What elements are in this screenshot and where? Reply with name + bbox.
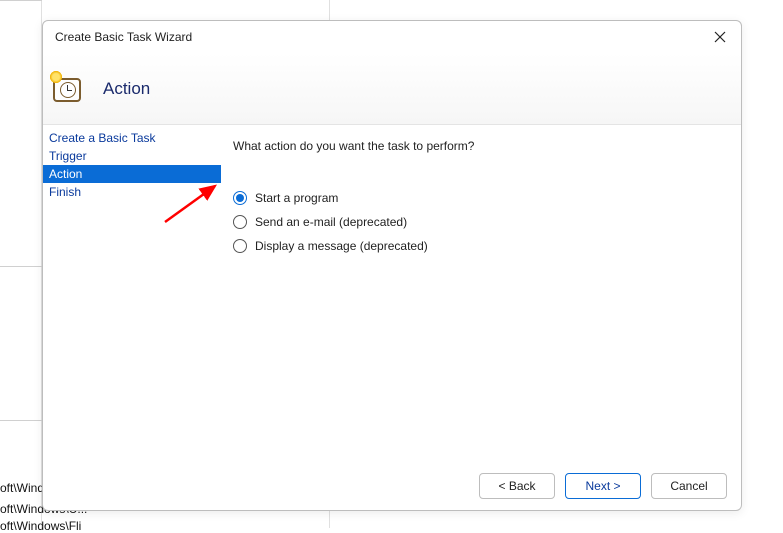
radio-label[interactable]: Send an e-mail (deprecated): [255, 215, 407, 229]
cancel-button[interactable]: Cancel: [651, 473, 727, 499]
option-send-email[interactable]: Send an e-mail (deprecated): [233, 215, 729, 229]
close-icon: [714, 31, 726, 43]
wizard-body: Create a Basic Task Trigger Action Finis…: [43, 125, 741, 462]
wizard-header: Action: [43, 53, 741, 125]
background-left-pane: [0, 0, 42, 528]
scheduler-clock-icon: [49, 70, 87, 108]
dialog-title: Create Basic Task Wizard: [55, 30, 707, 44]
nav-item-trigger[interactable]: Trigger: [43, 147, 221, 165]
wizard-dialog: Create Basic Task Wizard Action Create a…: [42, 20, 742, 511]
radio-label[interactable]: Display a message (deprecated): [255, 239, 428, 253]
action-prompt: What action do you want the task to perf…: [233, 139, 729, 153]
wizard-step-heading: Action: [103, 79, 150, 99]
radio-label[interactable]: Start a program: [255, 191, 338, 205]
background-path-row: oft\Windows\Fli: [0, 519, 81, 533]
wizard-content: What action do you want the task to perf…: [221, 125, 741, 462]
option-start-program[interactable]: Start a program: [233, 191, 729, 205]
dialog-titlebar: Create Basic Task Wizard: [43, 21, 741, 53]
option-display-message[interactable]: Display a message (deprecated): [233, 239, 729, 253]
wizard-step-nav: Create a Basic Task Trigger Action Finis…: [43, 125, 221, 462]
next-button[interactable]: Next >: [565, 473, 641, 499]
radio-icon[interactable]: [233, 191, 247, 205]
radio-icon[interactable]: [233, 215, 247, 229]
close-button[interactable]: [707, 24, 733, 50]
back-button[interactable]: < Back: [479, 473, 555, 499]
radio-icon[interactable]: [233, 239, 247, 253]
nav-item-finish[interactable]: Finish: [43, 183, 221, 201]
nav-item-create-basic-task[interactable]: Create a Basic Task: [43, 129, 221, 147]
wizard-footer: < Back Next > Cancel: [43, 462, 741, 510]
nav-item-action[interactable]: Action: [43, 165, 221, 183]
